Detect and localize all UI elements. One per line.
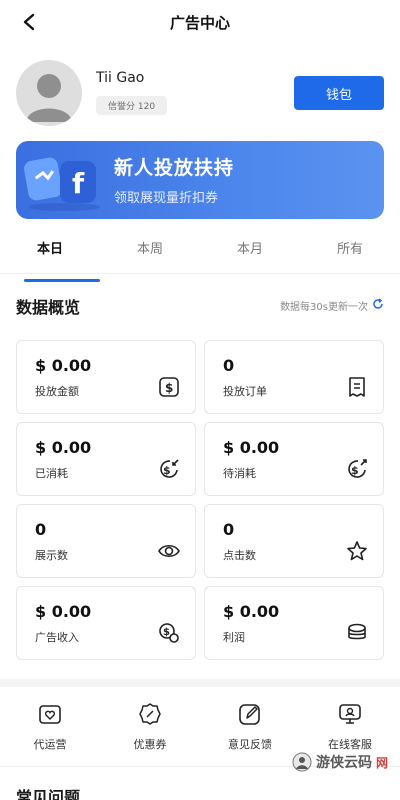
watermark-logo-icon xyxy=(292,752,312,772)
svg-text:$: $ xyxy=(351,464,359,477)
coin-stack-icon xyxy=(345,621,369,645)
stat-card[interactable]: 0 展示数 xyxy=(16,504,196,578)
watermark: 游侠云码 网 xyxy=(292,752,388,772)
refresh-note-text: 数据每30s更新一次 xyxy=(280,302,368,313)
tool-label: 意见反馈 xyxy=(228,738,272,751)
facebook-promo-icon: f xyxy=(20,151,112,213)
tab-today[interactable]: 本日 xyxy=(0,236,100,282)
stat-value: $ 0.00 xyxy=(35,602,92,621)
period-tabs: 本日 本周 本月 所有 xyxy=(0,236,400,282)
stat-card[interactable]: $ 0.00 已消耗 $ xyxy=(16,422,196,496)
refresh-icon[interactable] xyxy=(372,298,384,313)
stat-label: 利润 xyxy=(223,631,245,644)
promo-banner[interactable]: f 新人投放扶持 领取展现量折扣券 xyxy=(16,141,384,219)
watermark-text: 游侠云码 xyxy=(315,755,372,771)
profile-section: Tii Gao 信誉分 120 钱包 xyxy=(16,60,384,126)
stat-value: $ 0.00 xyxy=(35,356,92,375)
stat-label: 投放订单 xyxy=(223,385,267,398)
overview-title: 数据概览 xyxy=(16,298,81,317)
coin-icon: $ xyxy=(157,621,181,645)
tab-month[interactable]: 本月 xyxy=(200,236,300,273)
stat-value: 0 xyxy=(223,356,235,375)
top-bar: 广告中心 xyxy=(0,0,400,44)
tool-support[interactable]: 在线客服 xyxy=(300,698,400,758)
stat-card[interactable]: $ 0.00 广告收入 $ xyxy=(16,586,196,660)
coupon-badge-icon xyxy=(136,700,164,728)
stat-label: 投放金额 xyxy=(35,385,79,398)
wallet-button[interactable]: 钱包 xyxy=(294,76,384,110)
stat-value: $ 0.00 xyxy=(35,438,92,457)
banner-subtitle: 领取展现量折扣券 xyxy=(114,191,219,206)
tool-coupons[interactable]: 优惠券 xyxy=(100,698,200,758)
banner-title: 新人投放扶持 xyxy=(114,157,235,179)
stat-card[interactable]: $ 0.00 利润 xyxy=(204,586,384,660)
tool-feedback[interactable]: 意见反馈 xyxy=(200,698,300,758)
tool-label: 优惠券 xyxy=(133,738,167,751)
stat-value: 0 xyxy=(223,520,235,539)
dollar-box-icon: $ xyxy=(157,375,181,399)
credit-badge: 信誉分 120 xyxy=(96,96,168,115)
tool-bar: 代运营 优惠券 意见反馈 在线客服 xyxy=(0,698,400,758)
tool-label: 在线客服 xyxy=(328,738,372,751)
stat-card[interactable]: 0 点击数 xyxy=(204,504,384,578)
svg-text:$: $ xyxy=(165,381,173,395)
stat-label: 展示数 xyxy=(35,549,68,562)
svg-text:$: $ xyxy=(163,464,171,477)
avatar[interactable] xyxy=(16,60,82,126)
support-icon xyxy=(336,700,364,728)
stat-label: 待消耗 xyxy=(223,467,256,480)
edit-icon xyxy=(236,700,264,728)
stat-label: 广告收入 xyxy=(35,631,79,644)
dollar-out-icon: $ xyxy=(157,457,181,481)
refresh-note[interactable]: 数据每30s更新一次 xyxy=(280,298,384,313)
dollar-pending-icon: $ xyxy=(345,457,369,481)
stat-card[interactable]: $ 0.00 投放金额 $ xyxy=(16,340,196,414)
folder-heart-icon xyxy=(36,700,64,728)
tab-all[interactable]: 所有 xyxy=(300,236,400,273)
star-click-icon xyxy=(345,539,369,563)
stat-card[interactable]: $ 0.00 待消耗 $ xyxy=(204,422,384,496)
page-title: 广告中心 xyxy=(169,13,230,32)
stat-card[interactable]: 0 投放订单 xyxy=(204,340,384,414)
tab-week[interactable]: 本周 xyxy=(100,236,200,273)
eye-icon xyxy=(157,539,181,563)
stat-label: 点击数 xyxy=(223,549,256,562)
faq-title: 常见问题 xyxy=(16,788,81,800)
tool-managed-operation[interactable]: 代运营 xyxy=(0,698,100,758)
user-name: Tii Gao xyxy=(96,70,145,86)
stat-value: $ 0.00 xyxy=(223,602,280,621)
back-arrow-icon[interactable] xyxy=(16,9,42,35)
stat-value: 0 xyxy=(35,520,47,539)
tool-label: 代运营 xyxy=(33,738,67,751)
section-divider xyxy=(0,679,400,687)
receipt-icon xyxy=(345,375,369,399)
stat-value: $ 0.00 xyxy=(223,438,280,457)
svg-text:$: $ xyxy=(163,627,170,638)
watermark-suffix: 网 xyxy=(375,755,388,770)
svg-text:f: f xyxy=(72,167,85,200)
stat-label: 已消耗 xyxy=(35,467,68,480)
